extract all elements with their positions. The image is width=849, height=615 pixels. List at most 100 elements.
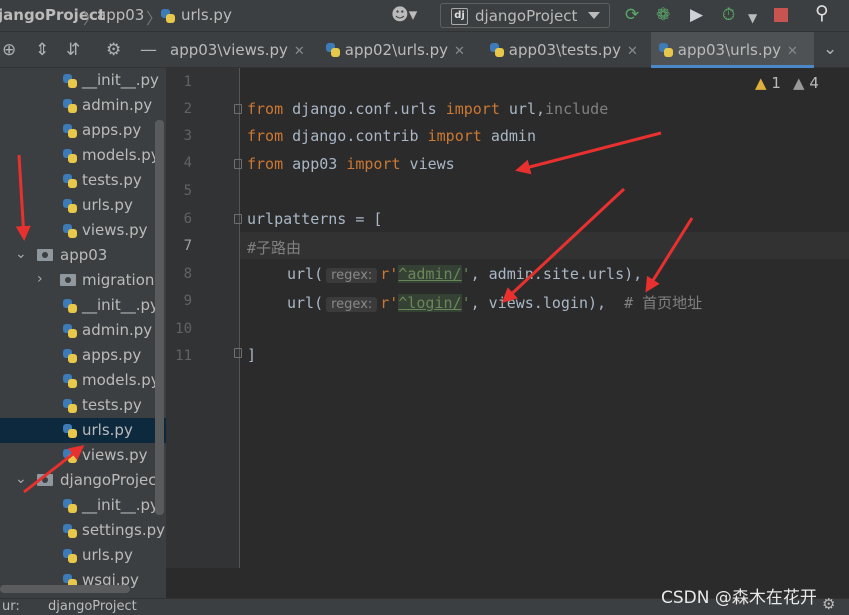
comment: # 首页地址 [606,294,703,312]
minimize-icon[interactable]: — [140,40,157,60]
call: url( [287,265,324,283]
tree-item-apps[interactable]: apps.py [0,343,166,368]
chevron-down-icon[interactable]: ⌄ [15,246,27,262]
chevron-down-icon [588,12,600,19]
debug-icon[interactable]: ❁ [656,6,670,24]
folder-icon [60,274,76,286]
tree-item-tests[interactable]: tests.py [0,168,166,193]
coverage-icon[interactable]: ▶ [690,6,703,24]
tree-item-views[interactable]: views.py [0,218,166,243]
line-number: 1 [183,74,192,90]
tree-item-label: __init__.py [82,296,159,314]
run-tool-label[interactable]: djangoProject [48,599,137,614]
code-line-9: url(regex: r'^login/', views.login), # 首页… [287,292,702,313]
breadcrumb-folder[interactable]: app03 [97,6,144,24]
tree-item-apps[interactable]: apps.py [0,118,166,143]
tree-item-init[interactable]: __init__.py [0,68,166,93]
run-configuration-select[interactable]: dj djangoProject [440,3,610,28]
chevron-down-icon[interactable]: ⌄ [15,471,27,487]
django-icon: dj [451,8,468,25]
tree-item-admin[interactable]: admin.py [0,93,166,118]
chevron-right-icon[interactable]: › [37,271,43,287]
tab-app03-views[interactable]: app03\views.py ✕ [166,32,308,68]
profile-icon[interactable]: ⏱ [722,6,735,24]
current-line-highlight [240,232,849,259]
close-icon[interactable]: ✕ [787,44,798,59]
python-file-icon [63,399,77,413]
stop-icon[interactable] [774,8,788,22]
tree-item-label: migrations [82,271,163,289]
string-prefix: r' [380,265,399,283]
search-icon[interactable]: ⚲ [815,4,829,23]
python-file-icon [63,424,77,438]
line-number: 5 [183,183,192,199]
tree-item-models[interactable]: models.py [0,368,166,393]
fold-marker-icon[interactable] [234,348,242,358]
tree-folder-migrations[interactable]: › migrations [0,268,166,293]
tree-item-label: views.py [82,221,148,239]
tree-item-label: urls.py [82,421,133,439]
gear-icon[interactable]: ⚙ [106,40,121,60]
close-icon[interactable]: ✕ [454,44,465,59]
collapse-all-icon[interactable]: ⇵ [66,40,80,60]
tree-item-label: __init__.py [82,71,159,89]
tree-item-label: models.py [82,371,160,389]
tree-item-init[interactable]: __init__.py [0,493,166,518]
run-configuration-label: djangoProject [475,7,578,25]
fold-marker-icon[interactable] [234,214,242,224]
line-number: 8 [183,266,192,282]
warnings-indicator[interactable]: ▲ 1 [755,74,781,92]
crosshair-icon[interactable]: ⊕ [2,40,16,60]
horizontal-scrollbar[interactable] [0,585,130,593]
tree-item-tests[interactable]: tests.py [0,393,166,418]
names: views [400,155,455,173]
gear-icon[interactable]: ⚙ [822,595,835,613]
rerun-icon[interactable]: ⟳ [625,6,639,24]
module: django.contrib [283,127,428,145]
parameter-hint: regex: [326,268,378,283]
tree-item-init[interactable]: __init__.py [0,293,166,318]
code-line-4: from app03 import views [247,155,455,173]
close-icon[interactable]: ✕ [627,44,638,59]
chevron-down-icon[interactable]: ▼ [748,9,757,27]
names: url [499,100,536,118]
tree-scrollbar[interactable] [155,120,164,515]
python-file-icon [490,43,504,57]
tab-app03-tests[interactable]: app03\tests.py ✕ [482,32,647,68]
person-icon[interactable]: ☻▾ [391,6,417,24]
tab-app02-urls[interactable]: app02\urls.py ✕ [318,32,478,68]
fold-marker-icon[interactable] [234,104,242,114]
unused-name: include [545,100,609,118]
python-file-icon [63,74,77,88]
breadcrumb-file[interactable]: urls.py [181,6,232,24]
expand-all-icon[interactable]: ⇕ [35,40,49,60]
folder-icon [37,474,53,486]
tab-app03-urls[interactable]: app03\urls.py ✕ [651,32,814,68]
chevron-down-icon[interactable]: ⌄ [823,39,837,59]
line-number: 6 [183,211,192,227]
tree-item-settings[interactable]: settings.py [0,518,166,543]
tree-item-urls[interactable]: urls.py [0,193,166,218]
code-line-8: url(regex: r'^admin/', admin.site.urls), [287,265,642,283]
tree-item-urls-selected[interactable]: urls.py [0,418,166,443]
line-number: 9 [183,293,192,309]
tree-item-urls[interactable]: urls.py [0,543,166,568]
code-line-3: from django.contrib import admin [247,127,536,145]
weak-warnings-indicator[interactable]: ▲ 4 [793,74,819,92]
tree-item-models[interactable]: models.py [0,143,166,168]
parameter-hint: regex: [326,297,378,312]
string-prefix: r' [380,294,399,312]
python-file-icon [63,499,77,513]
editor-tab-bar: ⊕ ⇕ ⇵ ⚙ — app03\views.py ✕ app02\urls.py ✕… [0,32,849,68]
close-icon[interactable]: ✕ [294,44,305,59]
tree-item-views[interactable]: views.py [0,443,166,468]
tree-item-label: tests.py [82,396,142,414]
tree-folder-app03[interactable]: ⌄ app03 [0,243,166,268]
tree-item-admin[interactable]: admin.py [0,318,166,343]
tab-label: app03\tests.py [508,41,621,59]
regex-string: ^login/ [398,294,462,312]
code-line-7: #子路由 [247,239,302,257]
keyword: import [427,127,482,145]
tree-folder-djangoproject[interactable]: ⌄ djangoProject [0,468,166,493]
fold-marker-icon[interactable] [234,159,242,169]
